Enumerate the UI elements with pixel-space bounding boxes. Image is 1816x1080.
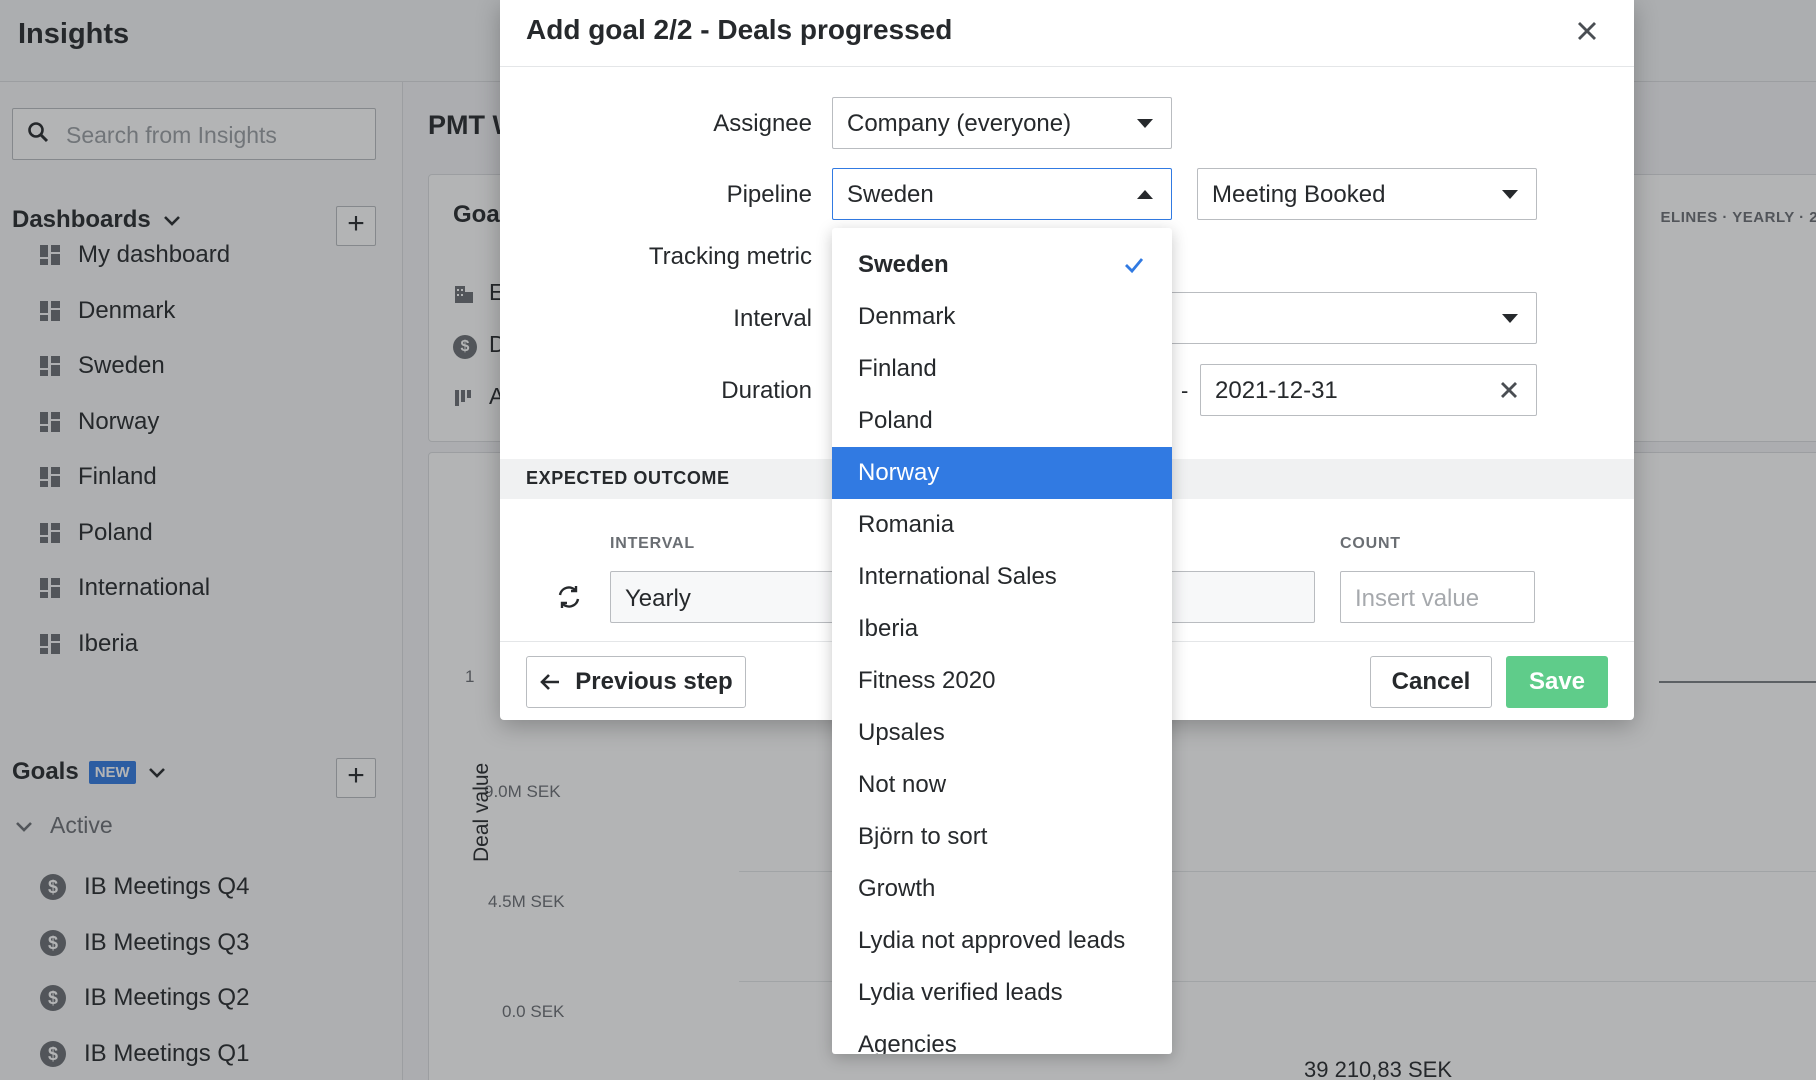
pipeline-option[interactable]: Björn to sort <box>832 811 1172 863</box>
pipeline-option[interactable]: Lydia verified leads <box>832 967 1172 1019</box>
pipeline-option[interactable]: International Sales <box>832 551 1172 603</box>
pipeline-option[interactable]: Lydia not approved leads <box>832 915 1172 967</box>
interval-value: Yearly <box>625 585 691 612</box>
stage-value: Meeting Booked <box>1212 181 1386 208</box>
pipeline-option[interactable]: Romania <box>832 499 1172 551</box>
pipeline-option-label: Poland <box>858 407 933 434</box>
pipeline-option-label: International Sales <box>858 563 1057 590</box>
duration-label: Duration <box>721 377 812 404</box>
pipeline-option-label: Sweden <box>858 251 949 278</box>
pipeline-option[interactable]: Finland <box>832 343 1172 395</box>
assignee-value: Company (everyone) <box>847 110 1072 137</box>
tracking-metric-label: Tracking metric <box>648 243 812 270</box>
count-input[interactable]: Insert value <box>1340 571 1535 623</box>
pipeline-select[interactable]: Sweden <box>832 168 1172 220</box>
stage-select[interactable]: Meeting Booked <box>1197 168 1537 220</box>
close-icon[interactable] <box>1570 14 1604 48</box>
assignee-select[interactable]: Company (everyone) <box>832 97 1172 149</box>
pipeline-option-label: Fitness 2020 <box>858 667 996 694</box>
interval-label: Interval <box>733 305 812 332</box>
pipeline-option-label: Growth <box>858 875 936 902</box>
previous-step-button[interactable]: Previous step <box>526 656 746 708</box>
previous-step-label: Previous step <box>575 668 733 695</box>
duration-end-value: 2021-12-31 <box>1215 377 1338 404</box>
pipeline-option[interactable]: Sweden <box>832 239 1172 291</box>
pipeline-option-label: Norway <box>858 459 940 486</box>
arrow-left-icon <box>540 674 560 690</box>
count-column-header: COUNT <box>1340 535 1401 552</box>
caret-down-icon <box>1137 119 1153 128</box>
check-icon <box>1125 258 1144 274</box>
interval-column-header: INTERVAL <box>610 535 695 552</box>
pipeline-option[interactable]: Agencies <box>832 1019 1172 1054</box>
pipeline-dropdown: Sweden Denmark Finland Poland Norway Romania I… <box>832 228 1172 1054</box>
caret-down-icon <box>1502 190 1518 199</box>
duration-separator: - <box>1181 378 1189 403</box>
pipeline-option-label: Iberia <box>858 615 919 642</box>
clear-icon[interactable] <box>1498 379 1520 401</box>
pipeline-option-label: Lydia not approved leads <box>858 927 1126 954</box>
pipeline-option-label: Björn to sort <box>858 823 988 850</box>
pipeline-option[interactable]: Poland <box>832 395 1172 447</box>
pipeline-option-label: Upsales <box>858 719 945 746</box>
pipeline-label: Pipeline <box>726 181 812 208</box>
pipeline-option[interactable]: Iberia <box>832 603 1172 655</box>
pipeline-option[interactable]: Upsales <box>832 707 1172 759</box>
pipeline-option[interactable]: Fitness 2020 <box>832 655 1172 707</box>
caret-down-icon <box>1502 314 1518 323</box>
modal-title: Add goal 2/2 - Deals progressed <box>526 14 953 45</box>
pipeline-option-label: Lydia verified leads <box>858 979 1063 1006</box>
pipeline-option[interactable]: Denmark <box>832 291 1172 343</box>
pipeline-value: Sweden <box>847 181 934 208</box>
duration-end-input[interactable]: 2021-12-31 <box>1200 364 1537 416</box>
expected-outcome-label: EXPECTED OUTCOME <box>526 468 730 488</box>
pipeline-option-label: Romania <box>858 511 955 538</box>
pipeline-option[interactable]: Not now <box>832 759 1172 811</box>
caret-up-icon <box>1137 190 1153 199</box>
pipeline-option-label: Agencies <box>858 1031 957 1054</box>
pipeline-option[interactable]: Growth <box>832 863 1172 915</box>
modal-header: Add goal 2/2 - Deals progressed <box>500 0 1634 67</box>
assignee-label: Assignee <box>713 110 812 137</box>
pipeline-option[interactable]: Norway <box>832 447 1172 499</box>
sync-icon[interactable] <box>554 582 584 612</box>
pipeline-option-label: Finland <box>858 355 937 382</box>
cancel-button[interactable]: Cancel <box>1370 656 1492 708</box>
count-placeholder: Insert value <box>1355 585 1480 612</box>
save-button[interactable]: Save <box>1506 656 1608 708</box>
pipeline-option-label: Not now <box>858 771 947 798</box>
pipeline-option-label: Denmark <box>858 303 956 330</box>
